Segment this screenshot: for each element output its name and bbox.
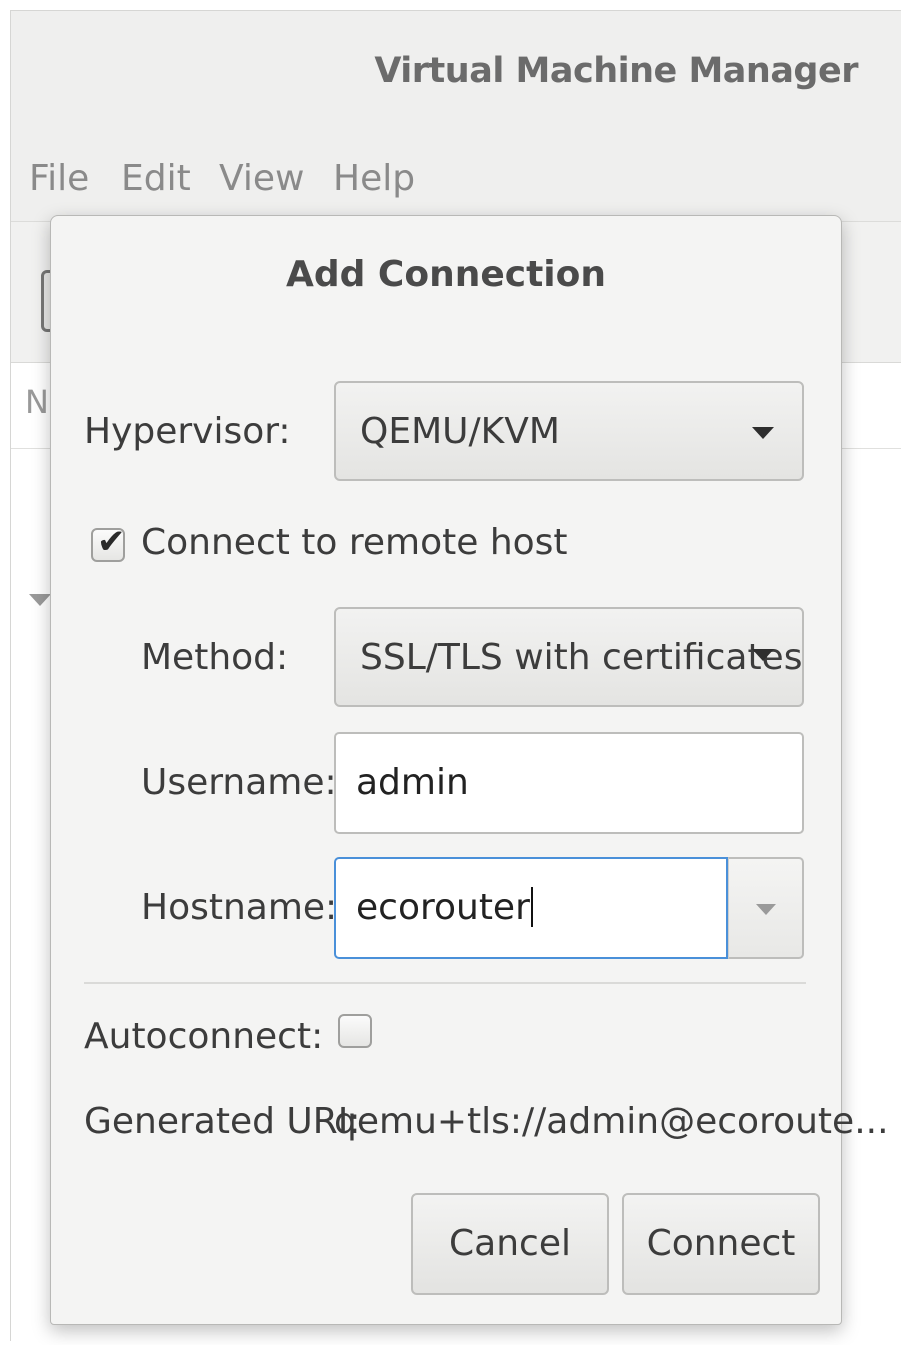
hostname-history-button[interactable] [728, 857, 804, 959]
triangle-down-icon [752, 427, 774, 439]
list-header-name-column[interactable]: N [25, 383, 49, 421]
dialog-title: Add Connection [285, 254, 606, 295]
page: Virtual Machine Manager File Edit View H… [0, 0, 901, 1345]
autoconnect-label: Autoconnect: [84, 1016, 324, 1057]
menu-file[interactable]: File [29, 158, 89, 199]
hostname-field[interactable]: ecorouter [334, 857, 728, 959]
method-value: SSL/TLS with certificates [360, 637, 803, 678]
username-label: Username: [141, 762, 337, 803]
expander-arrow-icon[interactable] [29, 594, 51, 606]
dialog-header[interactable]: Add Connection [51, 216, 841, 342]
hypervisor-dropdown[interactable]: QEMU/KVM [334, 381, 804, 481]
method-dropdown[interactable]: SSL/TLS with certificates [334, 607, 804, 707]
menu-view[interactable]: View [219, 158, 304, 199]
generated-uri-value: qemu+tls://admin@ecoroute... [334, 1101, 889, 1142]
text-cursor [530, 887, 533, 927]
triangle-down-icon [752, 649, 774, 661]
hostname-value: ecorouter [356, 887, 533, 928]
checkmark-icon: ✔ [97, 522, 126, 562]
window-title: Virtual Machine Manager [374, 51, 858, 91]
method-label: Method: [141, 637, 289, 678]
hostname-combo: ecorouter [334, 857, 804, 959]
generated-uri-label: Generated URI: [84, 1101, 361, 1142]
cancel-button[interactable]: Cancel [411, 1193, 609, 1295]
triangle-down-icon [756, 904, 776, 915]
connect-button[interactable]: Connect [622, 1193, 820, 1295]
separator [84, 982, 806, 984]
menu-help[interactable]: Help [333, 158, 415, 199]
hypervisor-value: QEMU/KVM [360, 411, 560, 452]
username-value: admin [356, 762, 469, 803]
remote-host-checkbox[interactable]: ✔ [91, 522, 126, 562]
window-titlebar[interactable]: Virtual Machine Manager [11, 11, 901, 136]
hypervisor-label: Hypervisor: [84, 411, 291, 452]
menubar: File Edit View Help [11, 136, 901, 222]
menu-edit[interactable]: Edit [121, 158, 191, 199]
username-field[interactable]: admin [334, 732, 804, 834]
autoconnect-checkbox[interactable] [338, 1014, 372, 1048]
hostname-label: Hostname: [141, 887, 338, 928]
add-connection-dialog: Add Connection Hypervisor: QEMU/KVM ✔ Co… [50, 215, 889, 1325]
remote-host-label[interactable]: Connect to remote host [141, 522, 568, 563]
